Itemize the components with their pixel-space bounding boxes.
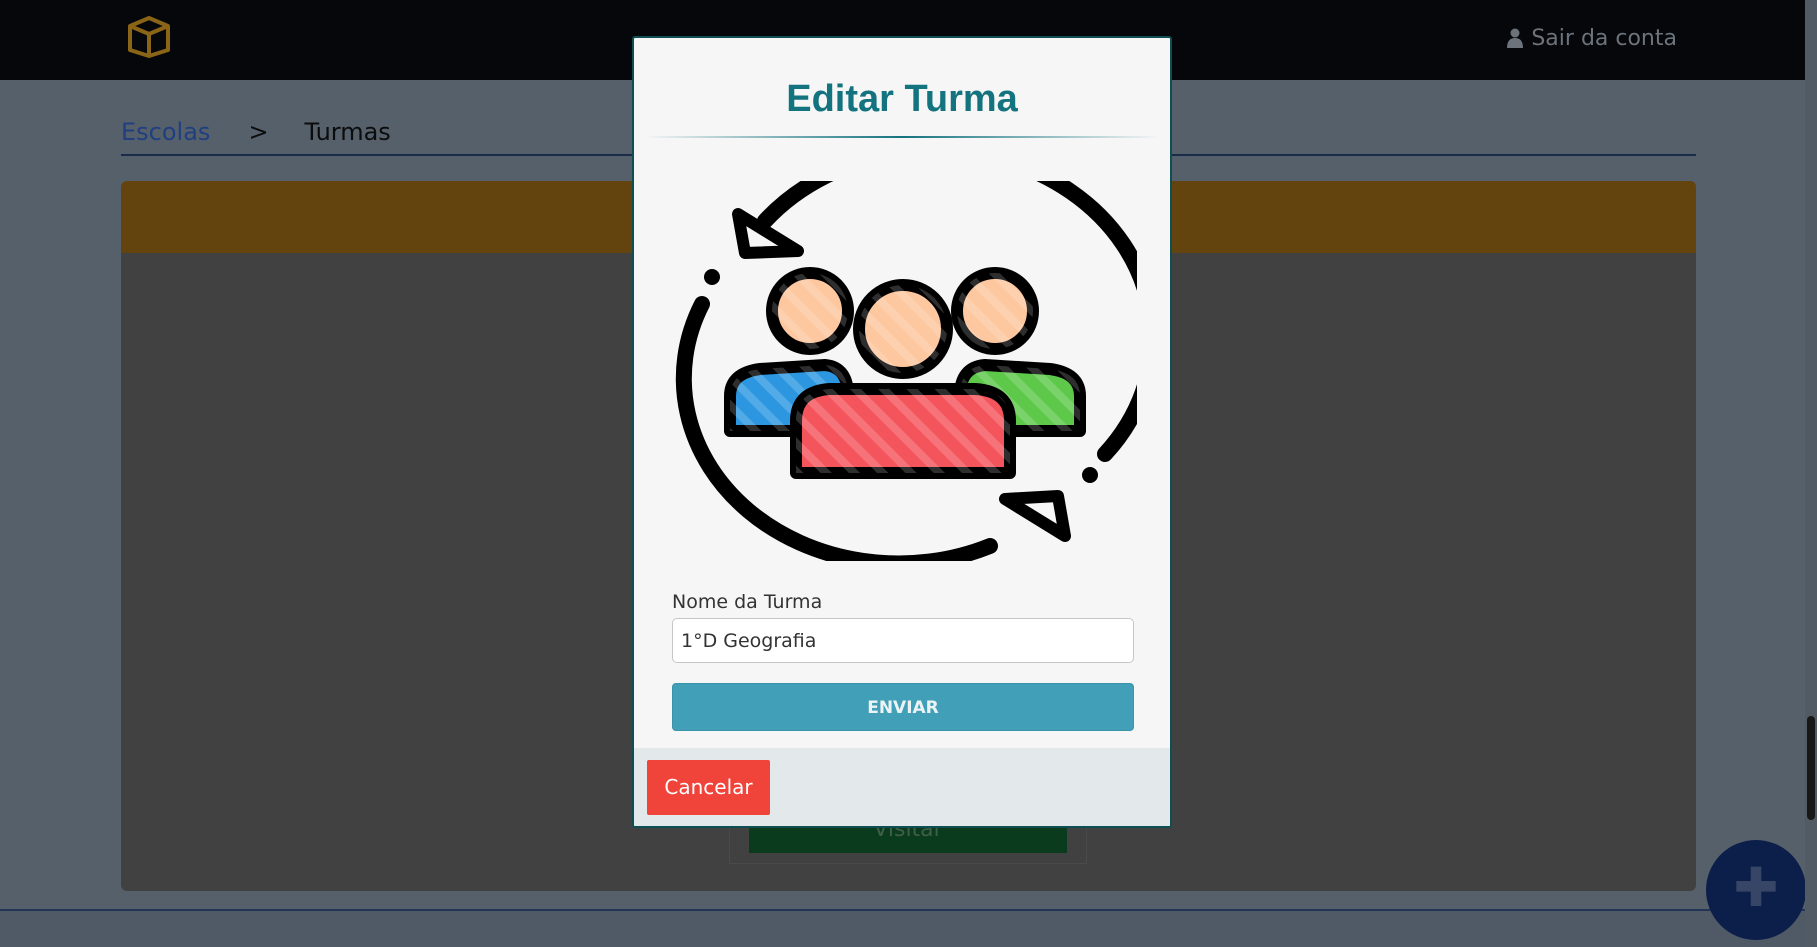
- cancel-button[interactable]: Cancelar: [647, 760, 770, 815]
- class-name-label: Nome da Turma: [672, 591, 823, 613]
- plus-icon: ✚: [1733, 856, 1779, 919]
- title-divider: [644, 136, 1160, 138]
- breadcrumb-turmas: Turmas: [304, 118, 391, 146]
- submit-button[interactable]: ENVIAR: [672, 683, 1134, 731]
- modal-title: Editar Turma: [786, 78, 1018, 120]
- scrollbar[interactable]: [1805, 0, 1817, 947]
- box-logo-icon[interactable]: [126, 14, 172, 58]
- group-sync-icon: [675, 181, 1137, 561]
- user-icon: [1507, 28, 1524, 48]
- scrollbar-thumb[interactable]: [1807, 716, 1815, 820]
- modal-footer: Cancelar: [634, 748, 1170, 826]
- footer: [0, 911, 1817, 947]
- logout-label: Sair da conta: [1531, 25, 1677, 51]
- edit-class-modal: Editar Turma Nome da Turma 1°D Geografia…: [632, 36, 1172, 828]
- logout-link[interactable]: Sair da conta: [1507, 24, 1677, 52]
- breadcrumb-escolas[interactable]: Escolas: [121, 118, 210, 146]
- add-button[interactable]: ✚: [1706, 840, 1806, 940]
- breadcrumb-separator: >: [248, 118, 269, 146]
- class-name-input[interactable]: [672, 618, 1134, 663]
